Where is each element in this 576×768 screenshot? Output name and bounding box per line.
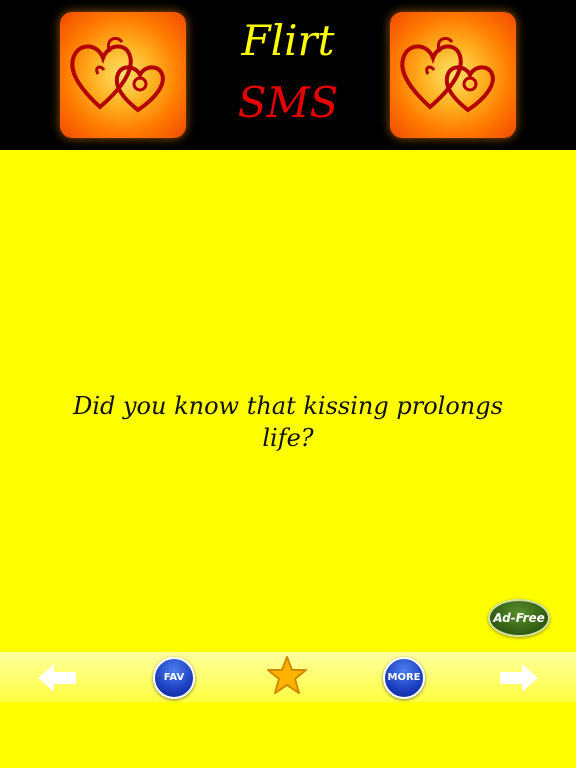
hearts-icon [400,36,495,113]
previous-button[interactable] [36,660,78,696]
app-title-line1: Flirt [241,16,335,65]
app-title-line2: SMS [237,78,339,127]
arrow-right-icon [500,664,538,692]
favorite-star-button[interactable] [266,655,308,697]
hearts-logo-right [390,12,516,138]
ad-free-button[interactable]: Ad-Free [488,599,550,637]
next-button[interactable] [498,660,540,696]
star-icon [267,656,307,694]
bottom-area [0,702,576,768]
header-bar: Flirt SMS [0,0,576,150]
more-button[interactable]: MORE [383,657,425,699]
arrow-left-icon [38,664,76,692]
fav-button[interactable]: FAV [153,657,195,699]
hearts-logo-left [60,12,186,138]
sms-message-text: Did you know that kissing prolongs life? [73,392,503,452]
hearts-icon [70,36,165,113]
